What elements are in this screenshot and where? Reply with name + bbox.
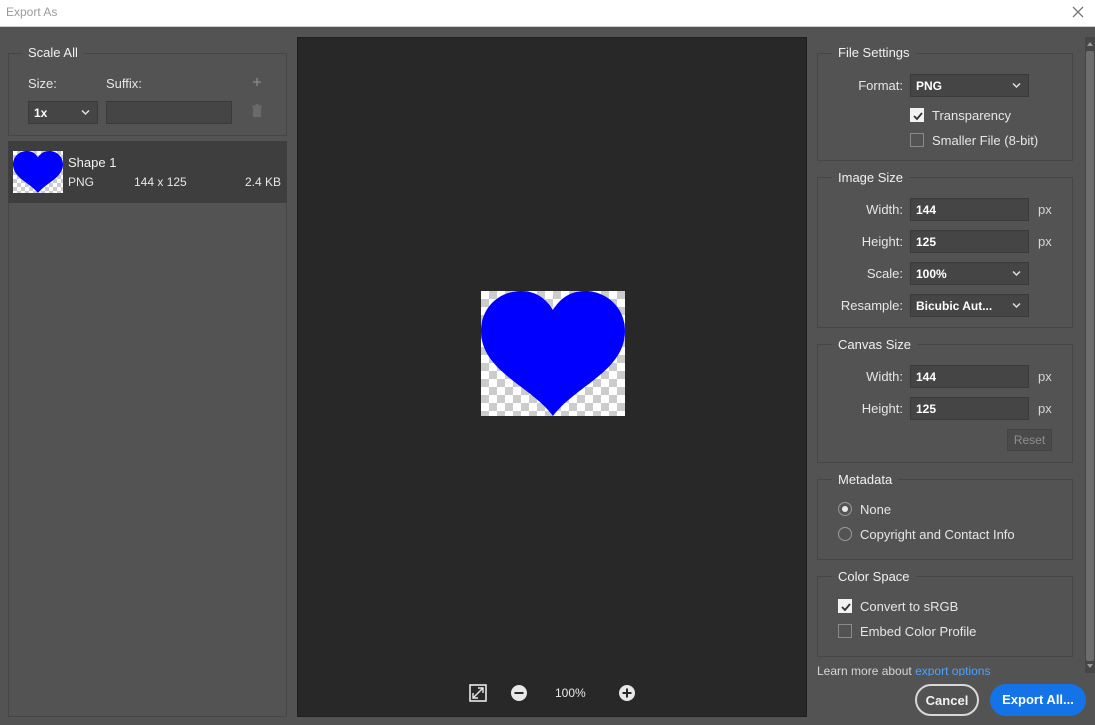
- metadata-none-radio[interactable]: [838, 502, 852, 516]
- heart-shape: [481, 291, 625, 416]
- embed-profile-label: Embed Color Profile: [860, 624, 977, 639]
- metadata-label: Metadata: [832, 472, 899, 487]
- resample-label: Resample:: [840, 298, 903, 313]
- convert-srgb-checkbox[interactable]: [838, 599, 852, 613]
- preview-artboard: [481, 291, 625, 416]
- zoom-out-icon[interactable]: [510, 684, 528, 702]
- settings-scrollbar[interactable]: [1085, 37, 1095, 673]
- canvas-height-label: Height:: [861, 401, 903, 416]
- color-space-group: [817, 576, 1073, 657]
- canvas-height-unit: px: [1038, 401, 1052, 416]
- asset-thumbnail: [13, 151, 63, 193]
- asset-dimensions: 144 x 125: [134, 175, 187, 189]
- color-space-label: Color Space: [832, 569, 916, 584]
- canvas-height-input[interactable]: 125: [910, 397, 1029, 420]
- asset-format: PNG: [68, 175, 95, 189]
- smaller-file-label: Smaller File (8-bit): [932, 133, 1039, 148]
- image-width-input[interactable]: 144: [910, 198, 1029, 221]
- asset-list: [8, 141, 287, 717]
- image-height-input[interactable]: 125: [910, 230, 1029, 253]
- scale-all-label: Scale All: [22, 45, 84, 60]
- checkmark-icon: [841, 603, 851, 612]
- chevron-down-icon: [1012, 302, 1021, 309]
- image-width-unit: px: [1038, 202, 1052, 217]
- embed-profile-checkbox[interactable]: [838, 624, 852, 638]
- size-select-value: 1x: [34, 106, 48, 120]
- fit-icon[interactable]: [469, 684, 487, 702]
- image-size-label: Image Size: [832, 170, 910, 185]
- suffix-label: Suffix:: [106, 76, 142, 91]
- size-label: Size:: [28, 76, 57, 91]
- format-select-value: PNG: [916, 79, 943, 93]
- metadata-copyright-label: Copyright and Contact Info: [860, 527, 1015, 542]
- transparency-checkbox[interactable]: [910, 108, 924, 122]
- cancel-button[interactable]: Cancel: [915, 684, 979, 716]
- image-height-label: Height:: [861, 234, 903, 249]
- scale-label: Scale:: [866, 266, 903, 281]
- reset-button[interactable]: Reset: [1007, 429, 1052, 451]
- metadata-group: [817, 479, 1073, 560]
- export-all-button[interactable]: Export All...: [990, 684, 1086, 716]
- resample-select-value: Bicubic Aut...: [916, 299, 993, 313]
- asset-filesize: 2.4 KB: [244, 175, 281, 189]
- canvas-width-input[interactable]: 144: [910, 365, 1029, 388]
- metadata-copyright-radio[interactable]: [838, 527, 852, 541]
- canvas-width-unit: px: [1038, 369, 1052, 384]
- learn-more-text: Learn more about export options: [817, 664, 1077, 676]
- close-icon[interactable]: [1069, 3, 1087, 21]
- scroll-up-icon[interactable]: [1085, 39, 1095, 49]
- zoom-level: 100%: [555, 686, 586, 700]
- scroll-down-icon[interactable]: [1085, 661, 1095, 671]
- image-height-unit: px: [1038, 234, 1052, 249]
- transparency-label: Transparency: [932, 108, 1011, 123]
- scale-select-value: 100%: [916, 267, 947, 281]
- smaller-file-checkbox[interactable]: [910, 133, 924, 147]
- format-select[interactable]: PNG: [910, 74, 1029, 97]
- trash-icon[interactable]: [251, 104, 263, 118]
- canvas-width-label: Width:: [866, 369, 903, 384]
- image-width-label: Width:: [866, 202, 903, 217]
- zoom-in-icon[interactable]: [618, 684, 636, 702]
- asset-name: Shape 1: [68, 155, 117, 170]
- chevron-down-icon: [81, 109, 90, 116]
- title-bar: Export As: [0, 0, 1095, 27]
- learn-more-label: Learn more about: [817, 664, 912, 676]
- export-options-link[interactable]: export options: [915, 664, 990, 676]
- scrollbar-thumb[interactable]: [1086, 51, 1094, 661]
- chevron-down-icon: [1012, 82, 1021, 89]
- window-title: Export As: [6, 5, 58, 19]
- zoom-bar: 100%: [466, 683, 646, 705]
- asset-row[interactable]: Shape 1 PNG 144 x 125 2.4 KB: [8, 141, 287, 203]
- scale-select[interactable]: 100%: [910, 262, 1029, 285]
- checkmark-icon: [913, 112, 923, 121]
- canvas-size-label: Canvas Size: [832, 337, 917, 352]
- size-select[interactable]: 1x: [28, 101, 98, 124]
- format-label: Format:: [858, 78, 903, 93]
- file-settings-label: File Settings: [832, 45, 916, 60]
- convert-srgb-label: Convert to sRGB: [860, 599, 959, 614]
- metadata-none-label: None: [860, 502, 892, 517]
- suffix-input[interactable]: [106, 101, 232, 124]
- preview-area: 100%: [297, 37, 807, 717]
- resample-select[interactable]: Bicubic Aut...: [910, 294, 1029, 317]
- plus-icon[interactable]: [251, 76, 263, 88]
- chevron-down-icon: [1012, 270, 1021, 277]
